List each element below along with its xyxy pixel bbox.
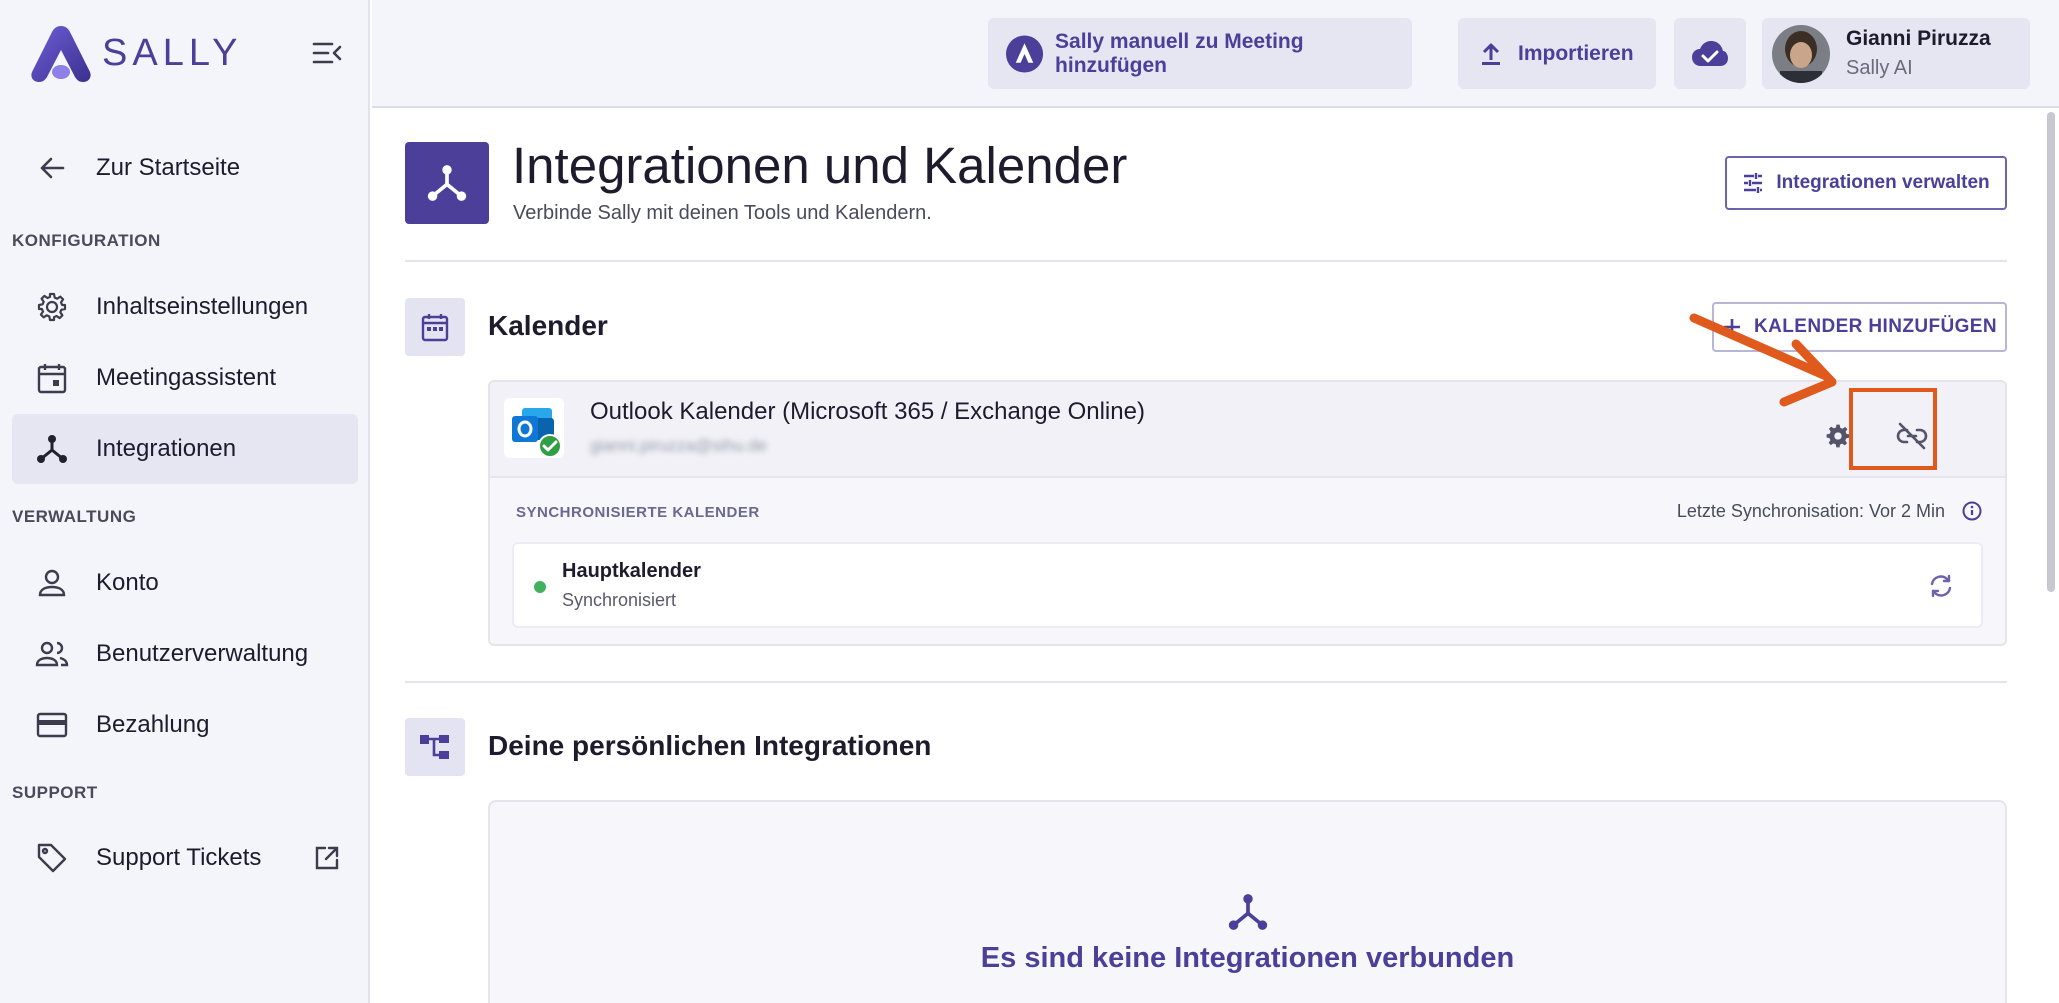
sidebar-item-meetingassistent[interactable]: Meetingassistent: [12, 343, 358, 413]
sync-info-button[interactable]: [1959, 498, 1985, 524]
section-label-support: SUPPORT: [12, 783, 98, 802]
sidebar-item-benutzerverwaltung[interactable]: Benutzerverwaltung: [12, 619, 358, 689]
annotation-highlight-box: [1849, 388, 1937, 470]
calendar-icon: [28, 354, 76, 402]
integration-icon: [1224, 888, 1272, 936]
sidebar: SALLY Zur Startseite KONFIGURATION Inhal…: [0, 0, 370, 1003]
sliders-icon: [1744, 173, 1763, 193]
annotation-arrow: [1689, 313, 1837, 407]
collapse-sidebar-button[interactable]: [310, 38, 344, 68]
add-sally-to-meeting-button[interactable]: Sally manuell zu Meeting hinzufügen: [988, 18, 1412, 89]
people-icon: [28, 630, 76, 678]
sally-logo[interactable]: SALLY: [28, 22, 242, 84]
gear-icon: [1826, 424, 1850, 448]
synced-calendars-label: SYNCHRONISIERTE KALENDER: [516, 504, 760, 521]
user-org: Sally AI: [1846, 57, 1913, 79]
sidebar-item-label: Bezahlung: [96, 711, 210, 738]
upload-icon: [1482, 43, 1500, 65]
outlook-icon: [504, 398, 564, 458]
section-label-konfiguration: KONFIGURATION: [12, 231, 161, 250]
sidebar-item-bezahlung[interactable]: Bezahlung: [12, 690, 358, 760]
sidebar-item-label: Support Tickets: [96, 844, 262, 871]
calendar-section-icon: [405, 298, 465, 356]
calendar-icon: [421, 314, 449, 342]
user-name: Gianni Piruzza: [1846, 27, 1991, 50]
sidebar-item-label: Konto: [96, 569, 159, 596]
section-label-verwaltung: VERWALTUNG: [12, 507, 137, 526]
calendar-section-title: Kalender: [488, 310, 608, 341]
resync-calendar-button[interactable]: [1925, 570, 1957, 602]
integration-icon: [28, 425, 76, 473]
manage-integrations-label: Integrationen verwalten: [1776, 172, 1990, 193]
sally-logo-icon: [31, 26, 91, 82]
last-sync-text: Letzte Synchronisation: Vor 2 Min: [1676, 501, 1945, 521]
cloud-sync-button[interactable]: [1674, 18, 1746, 89]
sidebar-item-support-tickets[interactable]: Support Tickets: [12, 823, 358, 893]
divider: [405, 260, 2007, 262]
sidebar-item-label: Meetingassistent: [96, 364, 277, 391]
sidebar-item-label: Integrationen: [96, 435, 237, 462]
gear-icon: [28, 283, 76, 331]
main-scrollbar[interactable]: [2047, 112, 2055, 592]
back-to-home-link[interactable]: Zur Startseite: [12, 133, 358, 203]
sidebar-item-inhaltseinstellungen[interactable]: Inhaltseinstellungen: [12, 272, 358, 342]
sidebar-item-label: Inhaltseinstellungen: [96, 293, 309, 320]
divider: [405, 681, 2007, 683]
integrations-section-icon: [405, 718, 465, 776]
integrations-section-title: Deine persönlichen Integrationen: [488, 730, 932, 761]
calendar-account-email: gianni.piruzza@sihu.de: [590, 436, 767, 455]
arrow-left-icon: [28, 144, 76, 192]
menu-collapse-icon: [312, 42, 342, 64]
integrations-empty-card: Es sind keine Integrationen verbunden: [488, 800, 2007, 1003]
sidebar-item-label: Benutzerverwaltung: [96, 640, 309, 667]
info-icon: [1962, 501, 1982, 521]
hierarchy-icon: [420, 735, 449, 759]
import-label: Importieren: [1518, 41, 1634, 65]
integration-icon: [405, 142, 489, 224]
sidebar-item-konto[interactable]: Konto: [12, 548, 358, 618]
page-subtitle: Verbinde Sally mit deinen Tools und Kale…: [513, 202, 932, 224]
import-button[interactable]: Importieren: [1458, 18, 1656, 89]
external-link-icon: [314, 845, 340, 871]
page-title: Integrationen und Kalender: [512, 137, 1128, 194]
cloud-check-icon: [1692, 40, 1728, 66]
tag-icon: [28, 834, 76, 882]
user-menu-button[interactable]: Gianni Piruzza Sally AI: [1762, 18, 2030, 89]
synced-calendar-name: Hauptkalender: [562, 560, 701, 582]
status-dot: [534, 581, 546, 593]
brand-name: SALLY: [102, 31, 243, 74]
sally-logo-icon: [1006, 34, 1044, 73]
empty-state-text: Es sind keine Integrationen verbunden: [980, 942, 1515, 974]
avatar: [1772, 24, 1830, 83]
credit-card-icon: [28, 701, 76, 749]
sidebar-item-integrationen[interactable]: Integrationen: [12, 414, 358, 484]
add-meeting-label: Sally manuell zu Meeting hinzufügen: [1055, 29, 1304, 77]
main-content: Integrationen und Kalender Verbinde Sall…: [372, 110, 2059, 1003]
sync-icon: [1930, 574, 1952, 598]
manage-integrations-button[interactable]: Integrationen verwalten: [1725, 156, 2007, 210]
synced-calendar-status: Synchronisiert: [562, 590, 677, 610]
back-label: Zur Startseite: [96, 154, 241, 181]
top-bar: Sally manuell zu Meeting hinzufügen Impo…: [372, 0, 2059, 108]
person-icon: [28, 559, 76, 607]
synced-calendar-row: Hauptkalender Synchronisiert: [512, 542, 1983, 628]
calendar-account-name: Outlook Kalender (Microsoft 365 / Exchan…: [590, 398, 1145, 425]
